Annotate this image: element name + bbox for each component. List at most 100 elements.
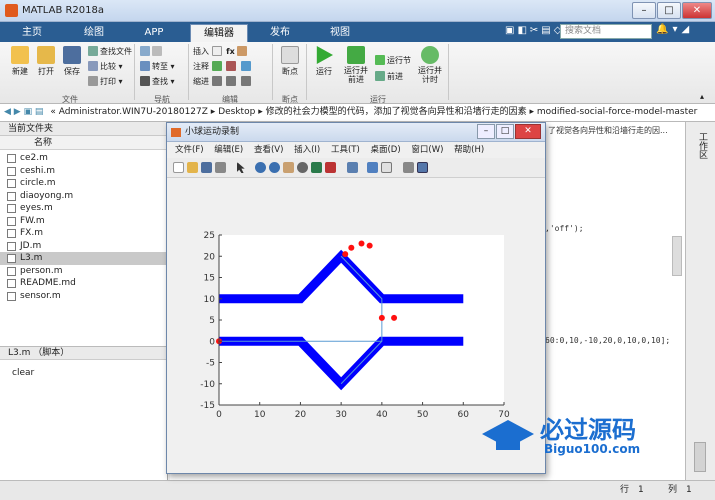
link-icon[interactable] xyxy=(347,162,358,173)
file-item[interactable]: README.md xyxy=(0,277,168,290)
hide-plot-tools-icon[interactable] xyxy=(403,162,414,173)
file-item[interactable]: diaoyong.m xyxy=(0,190,168,203)
file-item[interactable]: ceshi.m xyxy=(0,165,168,178)
details-content: clear xyxy=(12,368,35,378)
open-icon[interactable] xyxy=(187,162,198,173)
current-folder-panel: 名称 ce2.m ceshi.m circle.m diaoyong.m eye… xyxy=(0,136,168,346)
file-item[interactable]: sensor.m xyxy=(0,290,168,303)
m-file-icon xyxy=(7,154,16,163)
file-item[interactable]: FX.m xyxy=(0,227,168,240)
show-plot-tools-icon[interactable] xyxy=(417,162,428,173)
file-item[interactable]: circle.m xyxy=(0,177,168,190)
path-segment[interactable]: Administrator.WIN7U-20180127Z xyxy=(59,107,208,117)
m-file-icon xyxy=(7,204,16,213)
tab-editor[interactable]: 编辑器 xyxy=(190,24,248,42)
open-button[interactable]: 打开 xyxy=(34,46,58,77)
workspace-strip[interactable]: 工作区 xyxy=(685,122,715,482)
new-button[interactable]: 新建 xyxy=(8,46,32,77)
indent-icon xyxy=(211,76,222,86)
save-icon[interactable] xyxy=(201,162,212,173)
file-item[interactable]: ce2.m xyxy=(0,152,168,165)
run-button[interactable]: 运行 xyxy=(312,46,336,77)
run-section-button[interactable]: 运行节 xyxy=(375,54,411,67)
path-separator: ▸ xyxy=(529,107,537,117)
find-button[interactable]: 查找 ▾ xyxy=(140,75,175,88)
compare-button[interactable]: 比较 ▾ xyxy=(88,60,123,73)
editor-scrollbar[interactable] xyxy=(672,236,682,276)
nav-arrows-icon[interactable]: ◀ ▶ ▣ ▤ xyxy=(4,107,43,117)
menu-file[interactable]: 文件(F) xyxy=(175,145,204,155)
legend-icon[interactable] xyxy=(381,162,392,173)
zoom-out-icon[interactable] xyxy=(269,162,280,173)
print-button[interactable]: 打印 ▾ xyxy=(88,75,123,88)
print-icon[interactable] xyxy=(215,162,226,173)
vertical-scrollbar[interactable] xyxy=(694,442,706,472)
file-item[interactable]: FW.m xyxy=(0,215,168,228)
tab-publish[interactable]: 发布 xyxy=(254,24,306,42)
file-item[interactable]: person.m xyxy=(0,265,168,278)
indent-button[interactable]: 缩进 xyxy=(193,75,253,88)
data-cursor-icon[interactable] xyxy=(311,162,322,173)
address-bar[interactable]: ◀ ▶ ▣ ▤ « Administrator.WIN7U-20180127Z … xyxy=(0,104,715,122)
path-segment[interactable]: modified-social-force-model-master xyxy=(537,107,697,117)
goto-button[interactable]: 转至 ▾ xyxy=(140,60,175,73)
figure-minimize-button[interactable]: – xyxy=(477,124,495,139)
figure-close-button[interactable]: ✕ xyxy=(515,124,541,139)
menu-help[interactable]: 帮助(H) xyxy=(454,145,484,155)
zoom-in-icon[interactable] xyxy=(255,162,266,173)
collapse-ribbon-icon[interactable]: ▴ xyxy=(700,92,704,101)
divider xyxy=(272,44,273,100)
brush-icon[interactable] xyxy=(325,162,336,173)
window-title: MATLAB R2018a xyxy=(22,5,105,16)
column-header-name[interactable]: 名称 xyxy=(0,136,168,150)
file-item[interactable]: JD.m xyxy=(0,240,168,253)
save-button[interactable]: 保存 xyxy=(60,46,84,77)
rotate-icon[interactable] xyxy=(297,162,308,173)
pointer-icon[interactable] xyxy=(237,162,245,173)
maximize-button[interactable]: □ xyxy=(657,2,681,19)
m-file-icon xyxy=(7,291,16,301)
breakpoints-button[interactable]: 断点 xyxy=(278,46,302,77)
figure-maximize-button[interactable]: □ xyxy=(496,124,514,139)
tab-apps[interactable]: APP xyxy=(128,24,180,42)
menu-insert[interactable]: 插入(I) xyxy=(294,145,320,155)
help-icons[interactable]: 🔔▾◢ xyxy=(656,24,710,39)
find-files-button[interactable]: 查找文件 xyxy=(88,45,132,58)
menu-view[interactable]: 查看(V) xyxy=(254,145,283,155)
run-advance-button[interactable]: 运行并 前进 xyxy=(342,46,370,84)
pan-icon[interactable] xyxy=(283,162,294,173)
minimize-button[interactable]: – xyxy=(632,2,656,19)
workspace-label[interactable]: 工作区 xyxy=(696,132,709,159)
path-segment[interactable]: 修改的社会力模型的代码，添加了视觉各向异性和沿墙行走的因素 xyxy=(266,107,527,117)
insert-button[interactable]: 插入 fx xyxy=(193,45,249,58)
divider xyxy=(188,44,189,100)
tab-home[interactable]: 主页 xyxy=(6,24,58,42)
code-fragment: ,'off'); xyxy=(545,224,584,233)
search-input[interactable]: 搜索文档 xyxy=(560,24,652,39)
tab-plots[interactable]: 绘图 xyxy=(68,24,120,42)
graduation-cap-base xyxy=(496,438,520,450)
file-item[interactable]: eyes.m xyxy=(0,202,168,215)
comment-button[interactable]: 注释 xyxy=(193,60,253,73)
run-time-button[interactable]: 运行并 计时 xyxy=(416,46,444,84)
path-segment[interactable]: Desktop xyxy=(218,107,255,117)
menu-desktop[interactable]: 桌面(D) xyxy=(370,145,400,155)
new-figure-icon[interactable] xyxy=(173,162,184,173)
figure-title-bar[interactable]: 小球运动录制 – □ ✕ xyxy=(167,123,545,142)
back-forward-buttons[interactable] xyxy=(140,45,164,58)
file-item-selected[interactable]: L3.m xyxy=(0,252,168,265)
menu-window[interactable]: 窗口(W) xyxy=(411,145,443,155)
x-tick-label: 10 xyxy=(254,410,266,420)
advance-icon xyxy=(375,71,385,81)
advance-button[interactable]: 前进 xyxy=(375,70,403,83)
close-button[interactable]: ✕ xyxy=(682,2,712,19)
colorbar-icon[interactable] xyxy=(367,162,378,173)
agent-point-1 xyxy=(348,244,355,251)
figure-title: 小球运动录制 xyxy=(185,127,240,137)
menu-tools[interactable]: 工具(T) xyxy=(331,145,360,155)
agent-point-3 xyxy=(366,242,373,249)
menu-edit[interactable]: 编辑(E) xyxy=(214,145,243,155)
new-icon xyxy=(11,46,29,64)
md-file-icon xyxy=(7,279,16,288)
tab-view[interactable]: 视图 xyxy=(314,24,366,42)
